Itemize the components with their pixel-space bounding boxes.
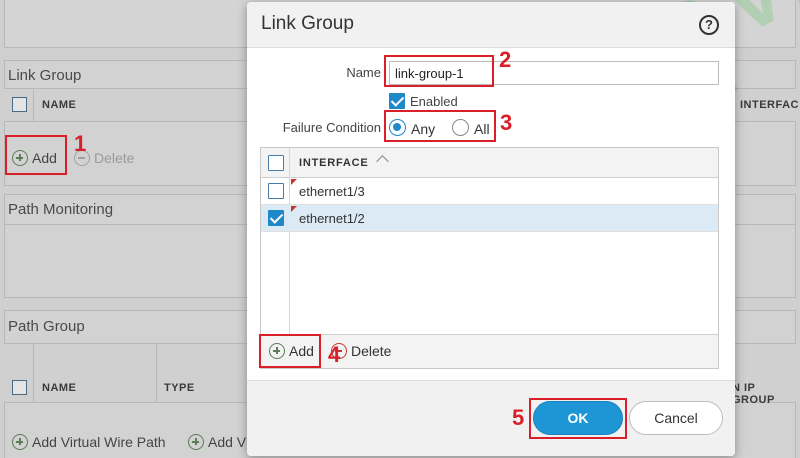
column-divider — [156, 344, 157, 402]
interface-table: INTERFACE ethernet1/3 ethernet1/2 Add De… — [260, 147, 719, 369]
modified-flag-icon — [291, 206, 297, 212]
path-group-col-name: NAME — [42, 382, 77, 394]
annotation-box-1 — [5, 135, 67, 175]
interface-delete-label: Delete — [351, 343, 392, 359]
help-icon[interactable]: ? — [699, 15, 719, 35]
dialog-footer: OK Cancel — [247, 380, 735, 456]
link-group-delete-label: Delete — [94, 150, 135, 166]
annotation-number-2: 2 — [499, 47, 512, 72]
column-divider — [33, 344, 34, 402]
annotation-box-2 — [384, 55, 494, 87]
row-checkbox[interactable] — [268, 210, 284, 226]
path-group-col-type: TYPE — [164, 382, 195, 394]
interface-name: ethernet1/3 — [299, 184, 365, 199]
table-row[interactable]: ethernet1/2 — [261, 205, 718, 232]
add-icon — [12, 434, 28, 450]
link-group-col-name: NAME — [42, 99, 77, 111]
cancel-button[interactable]: Cancel — [629, 401, 723, 435]
link-group-select-all-checkbox[interactable] — [12, 97, 27, 112]
link-group-section-title: Link Group — [8, 67, 82, 84]
row-checkbox[interactable] — [268, 183, 284, 199]
table-row[interactable]: ethernet1/3 — [261, 178, 718, 205]
annotation-number-3: 3 — [500, 110, 513, 135]
add-v-label: Add V — [208, 434, 247, 450]
interface-name: ethernet1/2 — [299, 211, 365, 226]
failure-condition-label: Failure Condition — [282, 120, 381, 135]
path-group-select-all-checkbox[interactable] — [12, 380, 27, 395]
path-group-col-ip-group: N IP GROUP — [732, 382, 775, 406]
path-group-title: Path Group — [8, 318, 85, 335]
interface-column-header[interactable]: INTERFACE — [299, 157, 369, 169]
select-all-checkbox[interactable] — [268, 155, 284, 171]
add-v-button[interactable]: Add V — [188, 434, 246, 450]
dialog-header: Link Group ? — [247, 2, 735, 48]
annotation-number-5: 5 — [512, 405, 525, 430]
dialog-title: Link Group — [261, 13, 354, 34]
interface-table-header: INTERFACE — [261, 148, 718, 178]
add-virtual-wire-path-label: Add Virtual Wire Path — [32, 434, 166, 450]
add-virtual-wire-path-button[interactable]: Add Virtual Wire Path — [12, 434, 166, 450]
column-divider — [289, 148, 290, 334]
modified-flag-icon — [291, 179, 297, 185]
annotation-box-4 — [259, 334, 321, 368]
add-icon — [188, 434, 204, 450]
link-group-col-interface: INTERFAC — [740, 99, 799, 111]
annotation-box-5 — [529, 398, 627, 439]
path-monitoring-title: Path Monitoring — [8, 201, 114, 218]
enabled-checkbox[interactable] — [389, 93, 405, 109]
column-divider — [33, 89, 34, 121]
annotation-box-3 — [384, 110, 496, 142]
name-label: Name — [346, 65, 381, 80]
sort-ascending-icon[interactable] — [376, 155, 389, 168]
annotation-number-1: 1 — [74, 131, 87, 156]
enabled-label: Enabled — [410, 94, 458, 109]
annotation-number-4: 4 — [328, 342, 341, 367]
